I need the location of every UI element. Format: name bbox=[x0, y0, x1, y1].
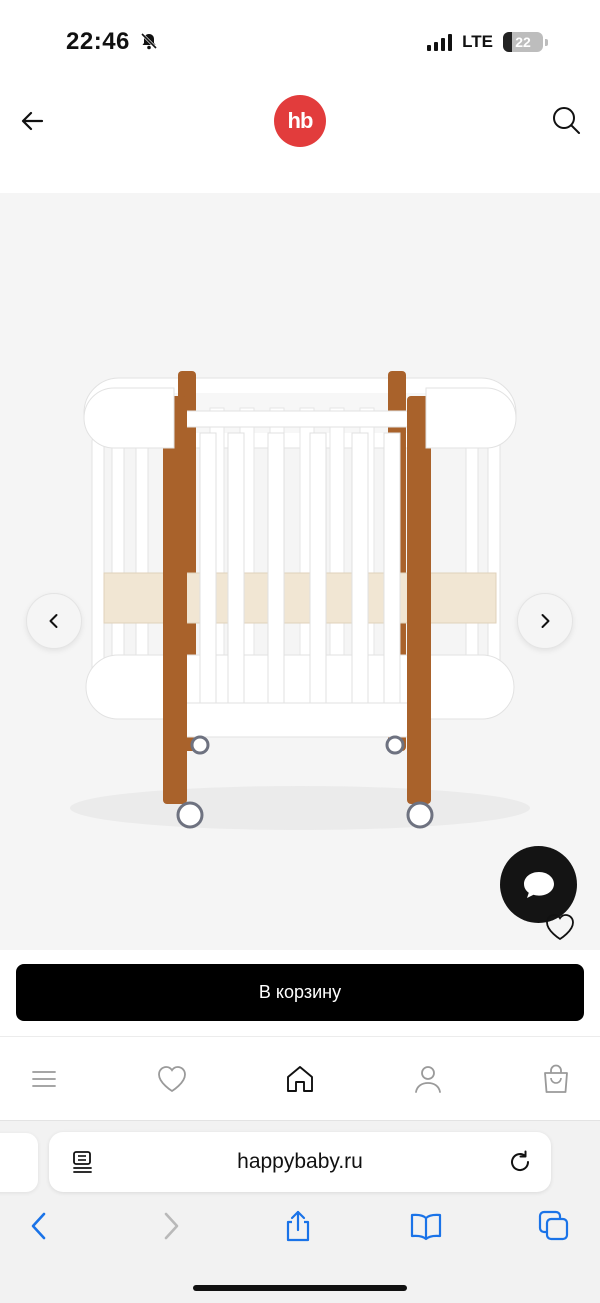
tabs-icon bbox=[538, 1210, 569, 1241]
battery-cap bbox=[545, 38, 548, 46]
heart-icon bbox=[158, 1066, 186, 1093]
reload-icon bbox=[511, 1150, 530, 1171]
nav-profile[interactable] bbox=[410, 1061, 446, 1097]
signal-icon bbox=[427, 33, 453, 51]
menu-icon bbox=[32, 1071, 56, 1087]
prev-image-button[interactable] bbox=[26, 593, 82, 649]
favorite-button[interactable] bbox=[544, 912, 576, 942]
arrow-left-icon bbox=[21, 111, 44, 131]
product-image[interactable] bbox=[0, 193, 600, 950]
network-label: LTE bbox=[462, 32, 493, 51]
next-image-button[interactable] bbox=[517, 593, 573, 649]
logo-text: hb bbox=[287, 108, 314, 133]
add-to-cart-label: В корзину bbox=[258, 982, 342, 1002]
bag-icon bbox=[544, 1064, 568, 1093]
time-text: 22:46 bbox=[66, 28, 130, 55]
nav-favorites[interactable] bbox=[154, 1061, 190, 1097]
bell-muted-icon bbox=[141, 32, 158, 50]
search-icon bbox=[553, 107, 580, 134]
address-bar[interactable]: happybaby.ru bbox=[49, 1132, 551, 1192]
status-time: 22:46 bbox=[66, 28, 159, 56]
battery-icon: 22 bbox=[503, 32, 543, 52]
book-icon bbox=[410, 1213, 442, 1241]
previous-tab-preview[interactable] bbox=[0, 1133, 38, 1192]
chevron-left-icon bbox=[31, 1212, 46, 1240]
add-to-cart-button[interactable]: В корзину bbox=[16, 964, 584, 1021]
reload-button[interactable] bbox=[507, 1149, 533, 1175]
search-button[interactable] bbox=[550, 104, 582, 136]
browser-forward-button[interactable] bbox=[152, 1208, 188, 1244]
brand-logo[interactable]: hb bbox=[274, 95, 326, 147]
nav-home[interactable] bbox=[282, 1061, 318, 1097]
share-icon bbox=[286, 1210, 310, 1242]
nav-cart[interactable] bbox=[538, 1061, 574, 1097]
chevron-left-icon bbox=[49, 614, 58, 628]
crib-illustration bbox=[70, 371, 530, 830]
share-button[interactable] bbox=[280, 1208, 316, 1244]
chevron-right-icon bbox=[541, 614, 550, 628]
battery-fill bbox=[503, 32, 512, 52]
heart-outline-icon bbox=[546, 914, 574, 941]
tabs-button[interactable] bbox=[536, 1208, 572, 1244]
chevron-right-icon bbox=[164, 1212, 179, 1240]
home-icon bbox=[287, 1066, 313, 1092]
status-indicators: LTE 22 bbox=[427, 32, 548, 52]
chat-bubble-icon bbox=[523, 871, 554, 898]
back-button[interactable] bbox=[18, 106, 48, 136]
profile-icon bbox=[415, 1066, 441, 1093]
screen: 22:46 LTE 22 hb В корзину happybaby.ru bbox=[0, 0, 600, 1303]
browser-back-button[interactable] bbox=[22, 1208, 58, 1244]
bookmarks-button[interactable] bbox=[408, 1208, 444, 1244]
site-bottom-nav bbox=[0, 1036, 600, 1121]
battery-level-text: 22 bbox=[515, 34, 531, 50]
url-text[interactable]: happybaby.ru bbox=[49, 1132, 551, 1192]
nav-menu[interactable] bbox=[26, 1061, 62, 1097]
home-indicator bbox=[193, 1285, 407, 1291]
